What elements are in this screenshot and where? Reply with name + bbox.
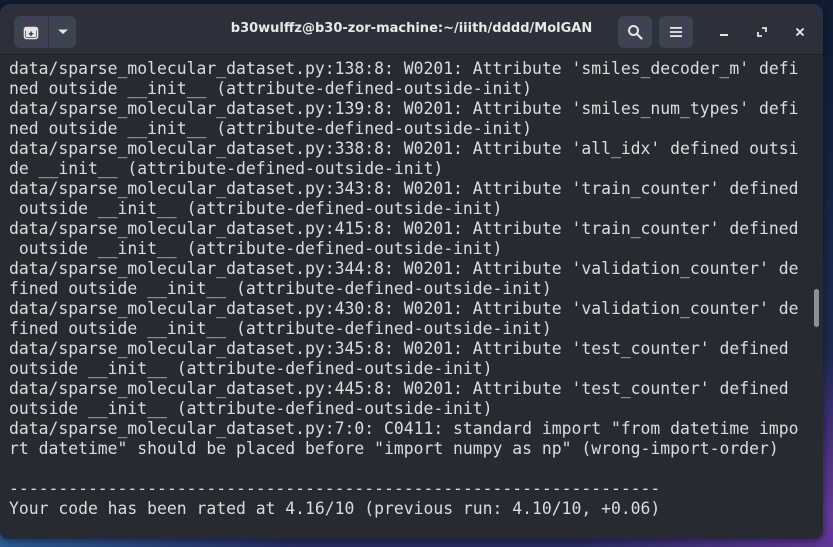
- terminal-line: outside __init__ (attribute-defined-outs…: [9, 359, 493, 378]
- terminal-line: ned outside __init__ (attribute-defined-…: [9, 79, 533, 98]
- maximize-button[interactable]: [748, 18, 776, 46]
- terminal-line: outside __init__ (attribute-defined-outs…: [9, 399, 493, 418]
- main-menu-button[interactable]: [659, 16, 693, 48]
- search-icon: [628, 25, 643, 40]
- terminal-line: Your code has been rated at 4.16/10 (pre…: [9, 499, 661, 518]
- hamburger-icon: [670, 27, 682, 37]
- close-icon: [795, 27, 805, 37]
- new-tab-dropdown-button[interactable]: [48, 16, 76, 48]
- scrollbar-thumb[interactable]: [814, 289, 819, 327]
- terminal-line: ----------------------------------------…: [9, 479, 661, 498]
- terminal-line: data/sparse_molecular_dataset.py:445:8: …: [9, 379, 789, 398]
- terminal-line: ned outside __init__ (attribute-defined-…: [9, 119, 533, 138]
- terminal-line: de __init__ (attribute-defined-outside-i…: [9, 159, 444, 178]
- terminal-line: data/sparse_molecular_dataset.py:344:8: …: [9, 259, 799, 278]
- window-title: b30wulffz@b30-zor-machine:~/iiith/dddd/M…: [230, 21, 593, 36]
- terminal-line: fined outside __init__ (attribute-define…: [9, 319, 552, 338]
- minimize-button[interactable]: [710, 18, 738, 46]
- terminal-line: data/sparse_molecular_dataset.py:338:8: …: [9, 139, 799, 158]
- terminal-line: data/sparse_molecular_dataset.py:345:8: …: [9, 339, 789, 358]
- terminal-output[interactable]: data/sparse_molecular_dataset.py:138:8: …: [0, 55, 823, 539]
- search-button[interactable]: [618, 16, 652, 48]
- new-tab-icon: [23, 26, 39, 40]
- maximize-icon: [757, 27, 767, 37]
- chevron-down-icon: [57, 29, 68, 34]
- terminal-window: b30wulffz@b30-zor-machine:~/iiith/dddd/M…: [0, 4, 823, 539]
- terminal-line: data/sparse_molecular_dataset.py:7:0: C0…: [9, 419, 799, 438]
- terminal-line: data/sparse_molecular_dataset.py:430:8: …: [9, 299, 799, 318]
- terminal-line: data/sparse_molecular_dataset.py:139:8: …: [9, 99, 799, 118]
- minimize-icon: [720, 34, 728, 36]
- terminal-line: outside __init__ (attribute-defined-outs…: [9, 239, 503, 258]
- terminal-line: data/sparse_molecular_dataset.py:343:8: …: [9, 179, 799, 198]
- new-tab-group: [14, 16, 76, 48]
- terminal-line: outside __init__ (attribute-defined-outs…: [9, 199, 503, 218]
- headerbar: b30wulffz@b30-zor-machine:~/iiith/dddd/M…: [0, 4, 823, 55]
- terminal-line: rt datetime" should be placed before "im…: [9, 439, 779, 458]
- new-tab-button[interactable]: [14, 16, 48, 48]
- terminal-line: fined outside __init__ (attribute-define…: [9, 279, 552, 298]
- close-button[interactable]: [786, 18, 814, 46]
- terminal-line: data/sparse_molecular_dataset.py:415:8: …: [9, 219, 799, 238]
- terminal-line: data/sparse_molecular_dataset.py:138:8: …: [9, 59, 799, 78]
